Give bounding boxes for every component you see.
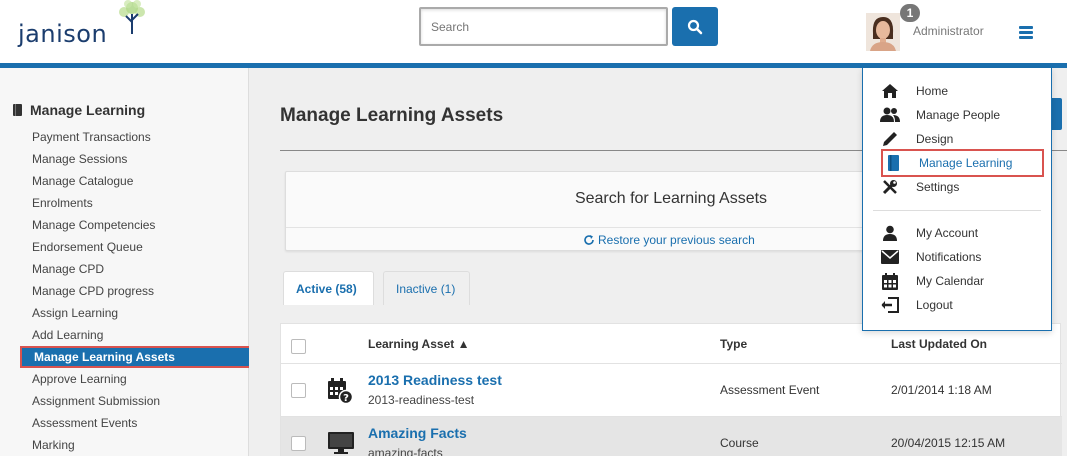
menu-item-home[interactable]: Home <box>880 80 1044 102</box>
column-header-asset[interactable]: Learning Asset ▲ <box>368 324 469 364</box>
sidebar-item-assignment-submission[interactable]: Assignment Submission <box>20 390 251 412</box>
menu-item-label: Home <box>916 84 949 98</box>
hamburger-menu-icon[interactable] <box>1019 26 1033 40</box>
logo-tree-icon <box>119 0 145 34</box>
sidebar-nav: Payment Transactions Manage Sessions Manag… <box>20 126 251 456</box>
sidebar-item-marking[interactable]: Marking <box>20 434 251 456</box>
top-header: janison 1 Administrator <box>0 0 1067 63</box>
refresh-icon <box>584 235 594 245</box>
column-header-type[interactable]: Type <box>720 324 747 364</box>
restore-search-label: Restore your previous search <box>598 233 755 247</box>
envelope-icon <box>880 248 900 266</box>
sidebar-item-manage-learning-assets[interactable]: Manage Learning Assets <box>20 346 251 368</box>
svg-text:?: ? <box>343 393 349 404</box>
sidebar: Manage Learning Payment Transactions Mana… <box>0 68 251 456</box>
pencil-icon <box>880 130 900 148</box>
search-button[interactable] <box>672 7 718 46</box>
search-icon <box>687 19 703 34</box>
home-icon <box>880 82 900 100</box>
sidebar-item-manage-competencies[interactable]: Manage Competencies <box>20 214 251 236</box>
user-avatar[interactable] <box>866 13 900 51</box>
menu-item-label: Notifications <box>916 250 982 264</box>
main-menu-dropdown: Home Manage People Design Manage Learnin… <box>862 68 1052 331</box>
asset-slug: amazing-facts <box>368 446 443 456</box>
asset-type: Assessment Event <box>720 383 820 397</box>
select-all-checkbox[interactable] <box>291 339 306 354</box>
tab-active[interactable]: Active (58) <box>283 271 374 305</box>
tab-inactive[interactable]: Inactive (1) <box>383 271 470 305</box>
avatar-image <box>866 13 900 51</box>
menu-item-settings[interactable]: Settings <box>880 176 1044 198</box>
notification-count-badge[interactable]: 1 <box>900 4 920 22</box>
menu-item-logout[interactable]: Logout <box>880 294 1044 316</box>
user-name[interactable]: Administrator <box>913 24 984 38</box>
sidebar-item-approve-learning[interactable]: Approve Learning <box>20 368 251 390</box>
table-row[interactable]: Amazing Facts amazing-facts Course 20/04… <box>281 416 1062 456</box>
search-input[interactable] <box>419 7 668 46</box>
asset-updated: 20/04/2015 12:15 AM <box>891 436 1006 450</box>
sidebar-heading-label: Manage Learning <box>30 102 146 118</box>
menu-item-design[interactable]: Design <box>880 128 1044 150</box>
sidebar-heading: Manage Learning <box>12 102 145 118</box>
tools-icon <box>880 178 900 196</box>
search-panel: Search for Learning Assets Restore your … <box>285 171 871 251</box>
assets-table: Learning Asset ▲ Type Last Updated On ? … <box>280 323 1062 456</box>
calendar-icon <box>880 272 900 290</box>
book-icon <box>883 154 903 172</box>
menu-item-notifications[interactable]: Notifications <box>880 246 1044 268</box>
sidebar-item-assign-learning[interactable]: Assign Learning <box>20 302 251 324</box>
sidebar-item-manage-catalogue[interactable]: Manage Catalogue <box>20 170 251 192</box>
menu-item-manage-learning[interactable]: Manage Learning <box>881 149 1044 177</box>
row-checkbox[interactable] <box>291 436 306 451</box>
monitor-icon <box>328 432 354 454</box>
sidebar-item-assessment-events[interactable]: Assessment Events <box>20 412 251 434</box>
menu-item-label: Manage People <box>916 108 1001 122</box>
sidebar-item-enrolments[interactable]: Enrolments <box>20 192 251 214</box>
menu-item-label: Logout <box>916 298 953 312</box>
menu-item-manage-people[interactable]: Manage People <box>880 104 1044 126</box>
asset-title-link[interactable]: 2013 Readiness test <box>368 372 502 388</box>
asset-slug: 2013-readiness-test <box>368 393 475 407</box>
menu-item-label: My Calendar <box>916 274 985 288</box>
logo-text: janison <box>18 20 108 48</box>
search-panel-divider <box>286 227 871 228</box>
menu-item-label: Settings <box>916 180 960 194</box>
asset-type: Course <box>720 436 759 450</box>
sidebar-item-manage-sessions[interactable]: Manage Sessions <box>20 148 251 170</box>
calendar-question-icon: ? <box>328 378 353 405</box>
asset-updated: 2/01/2014 1:18 AM <box>891 383 992 397</box>
row-checkbox[interactable] <box>291 383 306 398</box>
sidebar-item-add-learning[interactable]: Add Learning <box>20 324 251 346</box>
people-icon <box>880 106 900 124</box>
asset-title-link[interactable]: Amazing Facts <box>368 425 467 441</box>
page-title: Manage Learning Assets <box>280 105 504 126</box>
menu-item-label: Manage Learning <box>919 156 1013 170</box>
menu-item-label: Design <box>916 132 954 146</box>
menu-item-label: My Account <box>916 226 979 240</box>
restore-search-link[interactable]: Restore your previous search <box>583 233 755 247</box>
sidebar-item-manage-cpd-progress[interactable]: Manage CPD progress <box>20 280 251 302</box>
sidebar-item-manage-cpd[interactable]: Manage CPD <box>20 258 251 280</box>
book-icon <box>13 104 22 116</box>
sidebar-item-endorsement-queue[interactable]: Endorsement Queue <box>20 236 251 258</box>
sidebar-item-payment-transactions[interactable]: Payment Transactions <box>20 126 251 148</box>
menu-item-my-account[interactable]: My Account <box>880 222 1044 244</box>
logout-icon <box>880 296 900 314</box>
janison-logo[interactable]: janison <box>18 0 145 48</box>
user-icon <box>880 224 900 242</box>
table-row[interactable]: ? 2013 Readiness test 2013-readiness-tes… <box>281 363 1062 416</box>
menu-divider <box>873 210 1041 211</box>
menu-item-my-calendar[interactable]: My Calendar <box>880 270 1044 292</box>
